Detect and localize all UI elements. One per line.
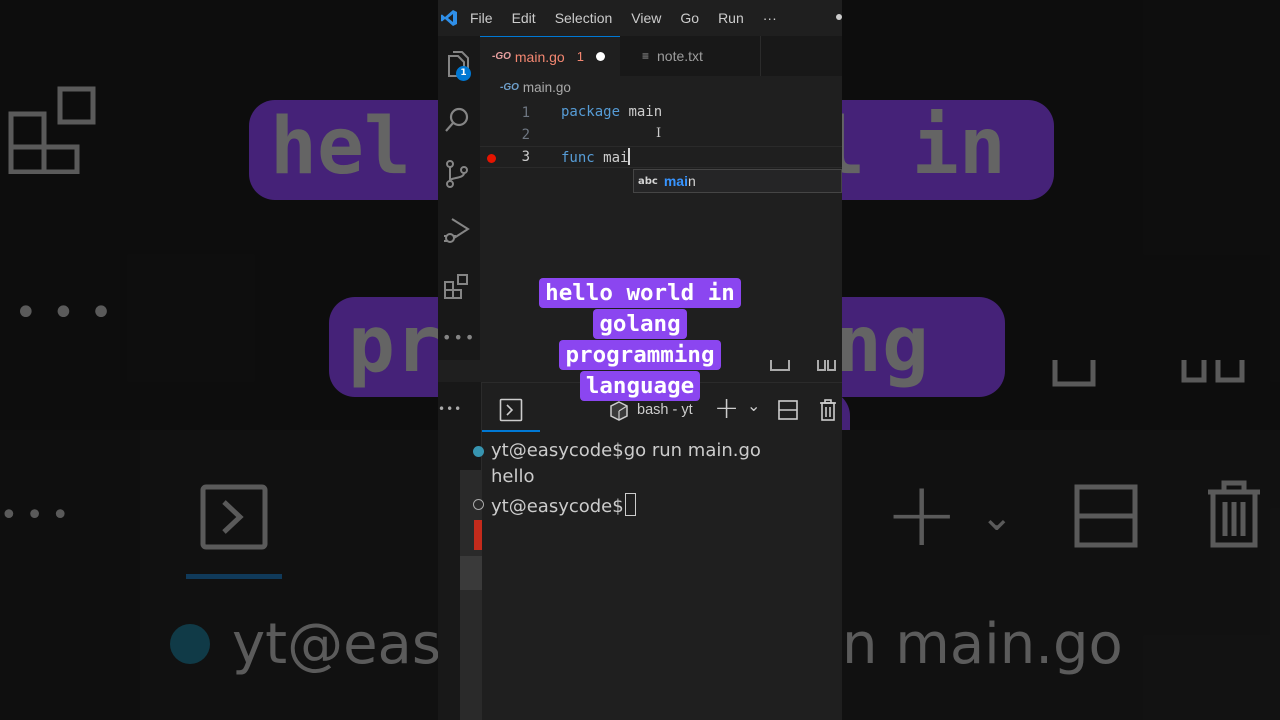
line-number: 2 — [521, 127, 530, 143]
code-line[interactable]: 1 package main — [480, 102, 842, 124]
scroll-thumb[interactable] — [460, 556, 482, 590]
terminal-line: hello — [491, 466, 535, 487]
explorer-badge: 1 — [456, 66, 471, 81]
command-success-dot[interactable] — [473, 446, 484, 457]
menu-file[interactable]: File — [470, 10, 493, 26]
tab-main-go[interactable]: -GO main.go 1 — [480, 36, 620, 76]
breadcrumb[interactable]: -GO main.go — [500, 80, 571, 95]
menu-run[interactable]: Run — [718, 10, 744, 26]
tab-label: note.txt — [657, 48, 703, 64]
search-icon[interactable] — [441, 104, 473, 136]
caption-line: hello world in — [539, 278, 741, 308]
tab-label: main.go — [514, 48, 565, 65]
problems-count: 1 — [576, 49, 584, 64]
run-debug-icon[interactable] — [441, 214, 473, 246]
keyword: func — [561, 150, 595, 166]
terminal-line: yt@easycode$ — [473, 493, 636, 517]
title-bar: File Edit Selection View Go Run ··· — [438, 0, 842, 36]
trash-icon[interactable] — [819, 399, 837, 421]
menu-more[interactable]: ··· — [763, 10, 777, 26]
text-cursor — [628, 148, 631, 165]
line-number: 3 — [521, 149, 530, 165]
identifier: main — [620, 104, 663, 120]
terminal-title[interactable]: bash - yt — [637, 402, 693, 418]
caption-line: language — [579, 371, 701, 401]
terminal-line: yt@easycode$go run main.go — [473, 440, 761, 461]
video-caption: hello world in golang programming langua… — [0, 278, 1280, 402]
caption-line: golang — [593, 309, 687, 339]
split-terminal-button[interactable] — [778, 400, 798, 420]
editor-tabs: -GO main.go 1 ≡ note.txt — [480, 36, 842, 76]
code-text: func mai — [561, 148, 631, 166]
vscode-logo-icon — [441, 10, 457, 26]
terminal-prompt: yt@easycode$ — [491, 496, 624, 517]
terminal-text: yt@easycode$go run main.go — [491, 440, 761, 461]
breadcrumb-file[interactable]: main.go — [523, 80, 571, 95]
go-file-icon: -GO — [492, 51, 511, 62]
tab-note-txt[interactable]: ≡ note.txt — [620, 36, 761, 76]
suggestion-rest: n — [687, 173, 696, 189]
word-kind-icon: abc — [638, 175, 658, 187]
go-file-icon: -GO — [500, 82, 519, 93]
line-number: 1 — [521, 105, 530, 121]
keyword: package — [561, 104, 621, 120]
terminal-cursor[interactable] — [624, 493, 636, 516]
window-control[interactable] — [836, 14, 842, 20]
caption-line: programming — [559, 340, 721, 370]
command-pending-dot — [473, 499, 484, 510]
modified-dot[interactable] — [595, 52, 605, 61]
terminal-output: hello — [491, 466, 535, 487]
more-icon[interactable]: ••• — [438, 402, 462, 416]
mouse-ibeam-cursor: I — [656, 126, 662, 141]
autocomplete-suggestion[interactable]: abc mai n — [633, 169, 842, 193]
terminal-sidebar: ••• — [438, 382, 482, 720]
source-control-icon[interactable] — [441, 158, 473, 190]
menu-view[interactable]: View — [631, 10, 661, 26]
active-tab-underline — [482, 430, 540, 432]
code-text: package main — [561, 104, 662, 120]
identifier: mai — [594, 150, 629, 166]
suggestion-match: mai — [663, 173, 688, 189]
menu-edit[interactable]: Edit — [512, 10, 536, 26]
menu-go[interactable]: Go — [680, 10, 699, 26]
menu-selection[interactable]: Selection — [555, 10, 613, 26]
text-file-icon: ≡ — [642, 49, 650, 63]
code-line-active[interactable]: 3 func mai — [480, 146, 842, 168]
breakpoint-indicator[interactable] — [487, 154, 496, 163]
error-marker — [474, 520, 482, 550]
bash-icon — [610, 401, 628, 421]
